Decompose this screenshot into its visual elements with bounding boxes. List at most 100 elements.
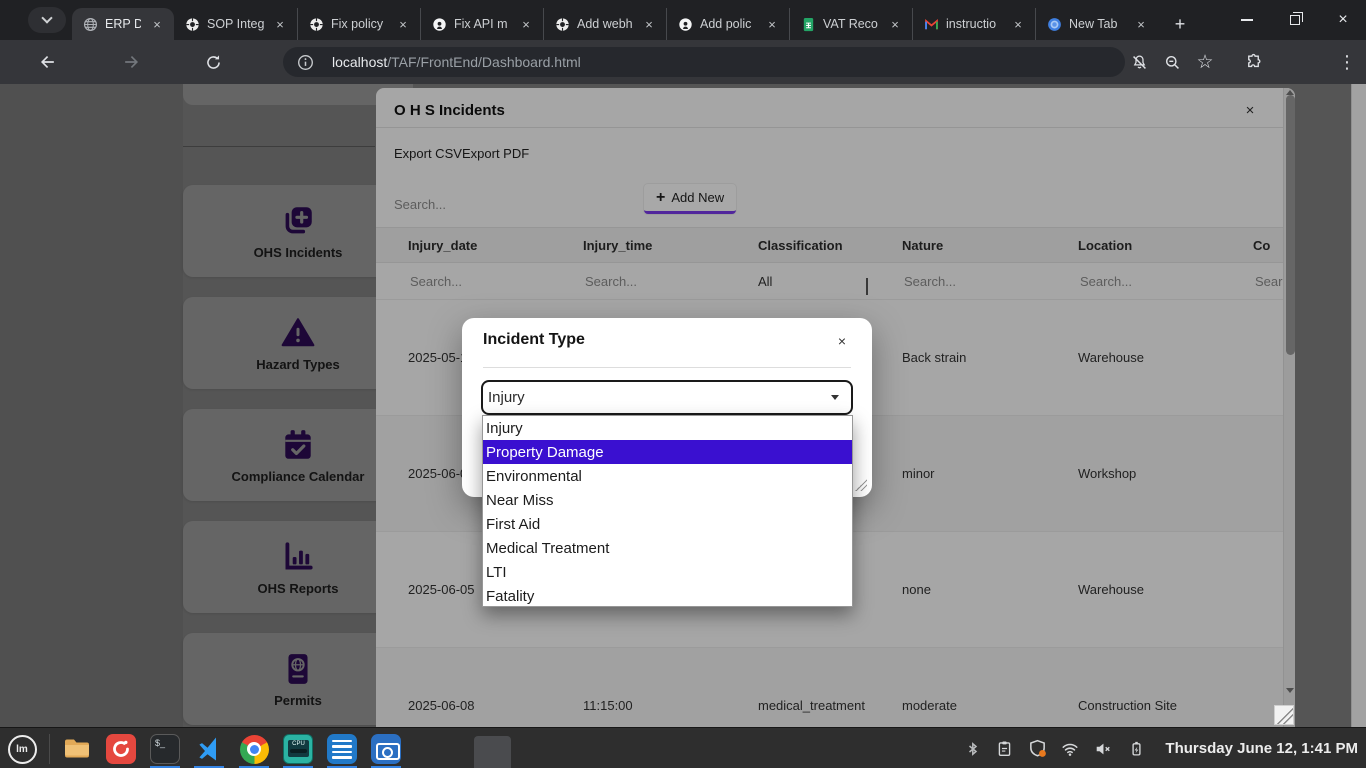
browser-toolbar: localhost/TAF/FrontEnd/Dashboard.html ☆ … (0, 40, 1366, 84)
tab-close-button[interactable]: × (394, 15, 412, 33)
taskbar: lm $_ CPU (0, 727, 1366, 768)
bluetooth-icon[interactable] (961, 739, 981, 759)
tab-close-button[interactable]: × (640, 15, 658, 33)
incident-type-listbox: Injury Property Damage Environmental Nea… (482, 415, 853, 607)
back-button[interactable] (35, 49, 61, 75)
page-viewport: OHS Incidents Hazard Types Compliance Ca… (0, 84, 1366, 727)
option-lti[interactable]: LTI (483, 560, 852, 584)
tab-sop-integration[interactable]: SOP Integ × (174, 8, 297, 40)
tab-close-button[interactable]: × (886, 15, 904, 33)
dialog-title: Incident Type (483, 331, 585, 349)
option-property-damage[interactable]: Property Damage (483, 440, 852, 464)
option-injury[interactable]: Injury (483, 416, 852, 440)
github-icon (677, 16, 693, 32)
tab-label: Add webh (577, 17, 633, 31)
tab-label: Fix API m (454, 17, 510, 31)
tab-search-button[interactable] (28, 7, 66, 33)
battery-charging-icon[interactable] (1126, 739, 1146, 759)
sheets-icon (800, 16, 816, 32)
chatgpt-icon (184, 16, 200, 32)
firefox-icon (106, 734, 136, 764)
globe-icon (82, 16, 98, 32)
terminal-app-button[interactable]: $_ (149, 733, 181, 765)
mint-menu-button[interactable]: lm (6, 733, 38, 765)
chromium-icon (1046, 16, 1062, 32)
option-near-miss[interactable]: Near Miss (483, 488, 852, 512)
minimize-button[interactable] (1234, 7, 1260, 33)
option-medical-treatment[interactable]: Medical Treatment (483, 536, 852, 560)
zoom-out-icon[interactable] (1159, 49, 1185, 75)
site-info-icon[interactable] (297, 54, 314, 71)
tab-close-button[interactable]: × (271, 15, 289, 33)
restore-icon (1290, 15, 1300, 25)
select-arrow-icon (831, 395, 839, 400)
wifi-icon[interactable] (1060, 739, 1080, 759)
scroll-corner-resize-grip[interactable] (1274, 705, 1294, 725)
menu-kebab-icon[interactable]: ⋮ (1334, 49, 1360, 75)
tab-close-button[interactable]: × (1132, 15, 1150, 33)
tab-label: SOP Integ (207, 17, 264, 31)
folder-icon (62, 734, 92, 764)
security-shield-icon[interactable] (1027, 739, 1047, 759)
cpu-x-icon: CPU (283, 734, 313, 764)
chatgpt-icon (308, 16, 324, 32)
restore-button[interactable] (1282, 7, 1308, 33)
new-tab-button[interactable]: + (1166, 10, 1194, 38)
resize-grip[interactable] (855, 479, 867, 491)
tab-close-button[interactable]: × (517, 15, 535, 33)
minimize-icon (1241, 19, 1253, 21)
page-scrollbar[interactable] (1351, 84, 1366, 727)
chatgpt-icon (554, 16, 570, 32)
option-environmental[interactable]: Environmental (483, 464, 852, 488)
tab-close-button[interactable]: × (763, 15, 781, 33)
reload-button[interactable] (200, 49, 226, 75)
address-bar[interactable]: localhost/TAF/FrontEnd/Dashboard.html (283, 47, 1125, 77)
incident-type-select[interactable]: Injury (481, 380, 853, 415)
sunglasses-shape (290, 749, 307, 753)
option-fatality[interactable]: Fatality (483, 584, 852, 608)
volume-muted-icon[interactable] (1093, 739, 1113, 759)
tab-label: Add polic (700, 17, 756, 31)
terminal-icon: $_ (150, 734, 180, 764)
tab-fix-policy[interactable]: Fix policy × (297, 8, 420, 40)
cpu-x-app-button[interactable]: CPU (282, 733, 314, 765)
files-app-button[interactable] (61, 733, 93, 765)
browser-tab-strip: ERP Dash × SOP Integ × Fix policy × Fix … (0, 0, 1366, 40)
url-host: localhost (332, 54, 387, 70)
option-first-aid[interactable]: First Aid (483, 512, 852, 536)
tab-new-tab[interactable]: New Tab × (1035, 8, 1158, 40)
text-editor-app-button[interactable] (326, 733, 358, 765)
firefox-app-button[interactable] (105, 733, 137, 765)
tab-close-button[interactable]: × (1009, 15, 1027, 33)
bookmark-star-icon[interactable]: ☆ (1192, 49, 1218, 75)
dialog-close-button[interactable]: × (832, 331, 852, 351)
notifications-blocked-icon[interactable] (1126, 49, 1152, 75)
chrome-app-button[interactable] (238, 733, 270, 765)
close-window-button[interactable]: × (1330, 7, 1356, 33)
vscode-icon (194, 734, 224, 764)
tab-add-policy[interactable]: Add polic × (666, 8, 789, 40)
tabs: ERP Dash × SOP Integ × Fix policy × Fix … (72, 8, 1194, 40)
camera-icon (371, 734, 401, 764)
tab-instructions[interactable]: instructio × (912, 8, 1035, 40)
select-value: Injury (488, 389, 525, 406)
tab-fix-api[interactable]: Fix API m × (420, 8, 543, 40)
mint-logo-icon: lm (8, 735, 37, 764)
taskbar-clock[interactable]: Thursday June 12, 1:41 PM (1165, 740, 1358, 757)
tab-add-webhook[interactable]: Add webh × (543, 8, 666, 40)
chevron-down-icon (41, 12, 52, 23)
forward-button[interactable] (118, 49, 144, 75)
tab-close-button[interactable]: × (148, 15, 166, 33)
clipboard-icon[interactable] (994, 739, 1014, 759)
vscode-app-button[interactable] (193, 733, 225, 765)
tab-label: ERP Dash (105, 17, 141, 31)
tab-vat-reconciliation[interactable]: VAT Reco × (789, 8, 912, 40)
extensions-icon[interactable] (1240, 49, 1266, 75)
text-editor-icon (327, 734, 357, 764)
url-text[interactable]: localhost/TAF/FrontEnd/Dashboard.html (332, 54, 581, 70)
tab-label: instructio (946, 17, 1002, 31)
screenshot-app-button[interactable] (370, 733, 402, 765)
tab-label: New Tab (1069, 17, 1125, 31)
tab-erp-dashboard[interactable]: ERP Dash × (72, 8, 174, 40)
window-controls: × (1234, 0, 1366, 40)
